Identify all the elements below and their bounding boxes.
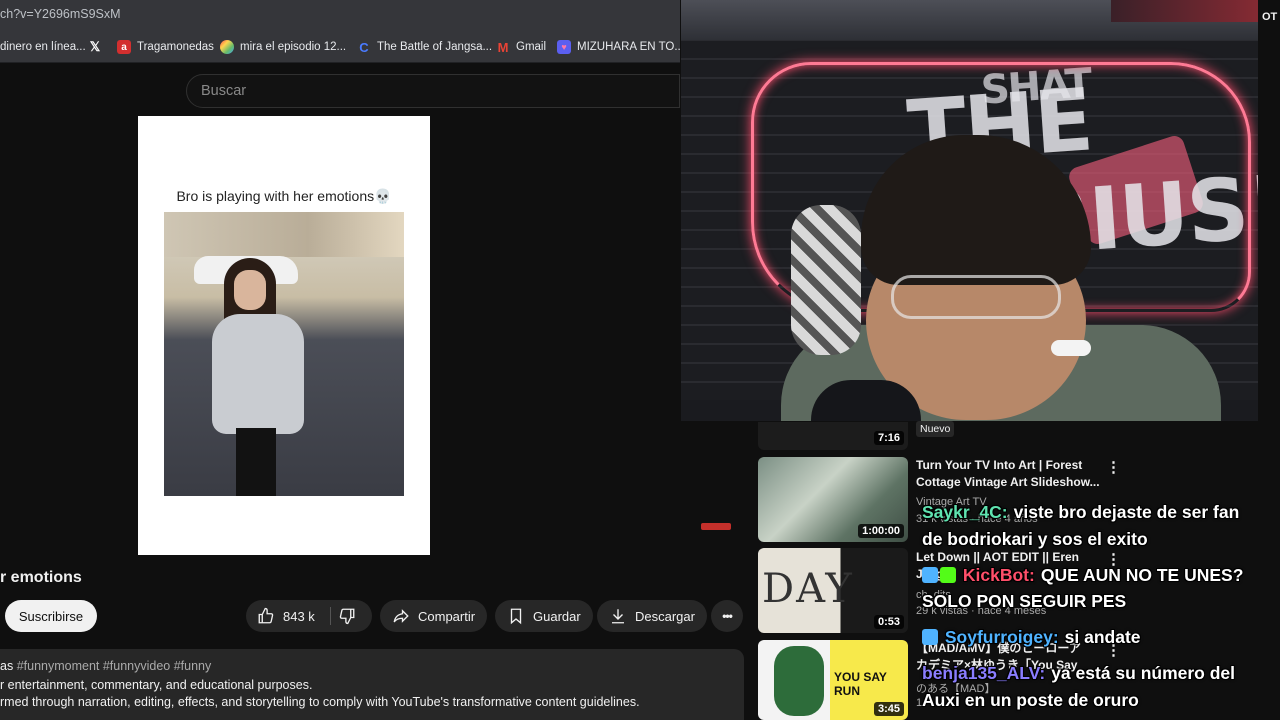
like-count: 843 k xyxy=(283,608,315,624)
download-icon xyxy=(612,609,624,624)
chat-text: viste bro dejaste de ser fan xyxy=(1013,502,1240,522)
short-video-image xyxy=(164,212,404,496)
video-title: r emotions xyxy=(0,569,82,586)
verified-badge-icon xyxy=(940,567,956,583)
x-logo-icon: 𝕏 xyxy=(89,39,101,54)
chat-username: benja135_ALV: xyxy=(922,663,1046,683)
chat-text: si andate xyxy=(1064,627,1141,647)
bookmark-dinero[interactable]: dinero en línea... xyxy=(0,39,86,55)
share-button[interactable]: Compartir xyxy=(380,600,488,632)
chat-text: QUE AUN NO TE UNES? xyxy=(1040,565,1244,585)
chat-text: ya está su número del xyxy=(1051,663,1236,683)
description-prefix: as xyxy=(0,659,14,673)
streamer xyxy=(781,135,1221,421)
chat-username: Soyfurroigey: xyxy=(944,627,1059,647)
search-placeholder: Buscar xyxy=(201,83,247,99)
chat-message: Saykr_4C: viste bro dejaste de ser fan xyxy=(922,499,1239,525)
glasses xyxy=(891,275,1061,319)
chat-text: Auxi en un poste de oruro xyxy=(922,690,1139,710)
recommendation-thumbnail[interactable]: YOU SAY RUN 3:45 xyxy=(758,640,908,720)
description-tags-line: as #funnymoment #funnyvideo #funny xyxy=(0,659,211,673)
webcam-overlay: SHAT THE FABIUS! xyxy=(681,0,1258,421)
download-button[interactable]: Descargar xyxy=(597,600,707,632)
share-icon xyxy=(393,609,409,623)
recommendation-thumbnail[interactable]: DAY 0:53 xyxy=(758,548,908,633)
chat-text: SOLO PON SEGUIR PES xyxy=(922,591,1127,611)
like-dislike-group: 843 k xyxy=(246,600,372,632)
top-right-text: OT xyxy=(1262,11,1278,23)
share-label: Compartir xyxy=(418,608,476,624)
bookmark-x[interactable]: 𝕏 xyxy=(88,39,102,55)
chat-username: Saykr_4C: xyxy=(922,502,1008,522)
chat-message: Soyfurroigey: si andate xyxy=(922,624,1141,650)
bookmark-label: The Battle of Jangsa... xyxy=(377,41,493,53)
bookmark-episodio[interactable]: mira el episodio 12... xyxy=(220,39,346,55)
bookmarks-bar: dinero en línea... 𝕏 a Tragamonedas mira… xyxy=(0,30,684,63)
edge-band xyxy=(1258,0,1280,720)
recommendation-title[interactable]: Turn Your TV Into Art | Forest Cottage V… xyxy=(916,457,1100,491)
bookmark-mizuhara[interactable]: ♥ MIZUHARA EN TO... xyxy=(557,39,684,55)
recommendation-thumbnail[interactable]: 7:16 xyxy=(758,422,908,450)
bookmark-label: dinero en línea... xyxy=(0,41,86,53)
address-bar[interactable]: ch?v=Y2696mS9SxM xyxy=(0,0,680,30)
chat-message: benja135_ALV: ya está su número del xyxy=(922,660,1235,686)
bookmark-label: mira el episodio 12... xyxy=(240,41,347,53)
bookmark-battle-jangsa[interactable]: C The Battle of Jangsa... xyxy=(357,39,492,55)
subscribe-button[interactable]: Suscribirse xyxy=(5,600,97,632)
description-line-2: r entertainment, commentary, and educati… xyxy=(0,678,313,692)
more-options-button[interactable]: ••• xyxy=(711,600,743,632)
short-video-player[interactable]: Bro is playing with her emotions💀 xyxy=(138,116,430,555)
description-box[interactable]: as #funnymoment #funnyvideo #funny r ent… xyxy=(0,649,744,720)
download-label: Descargar xyxy=(635,608,695,624)
new-badge: Nuevo xyxy=(916,421,955,437)
save-button[interactable]: Guardar xyxy=(495,600,593,632)
a-logo-icon: a xyxy=(117,40,131,54)
bookmark-label: Tragamonedas xyxy=(137,41,214,53)
short-caption: Bro is playing with her emotions💀 xyxy=(176,188,392,204)
chat-username: KickBot: xyxy=(962,565,1035,585)
screen: ch?v=Y2696mS9SxM dinero en línea... 𝕏 a … xyxy=(0,0,1280,720)
dislike-button[interactable] xyxy=(338,607,356,628)
chat-message-continued: Auxi en un poste de oruro xyxy=(922,687,1139,713)
heart-shield-icon: ♥ xyxy=(557,40,571,54)
chat-message-continued: de bodriokari y sos el exito xyxy=(922,526,1148,552)
address-url[interactable]: ch?v=Y2696mS9SxM xyxy=(0,7,121,21)
c-logo-icon: C xyxy=(359,39,369,55)
title-line: Turn Your TV Into Art | Forest xyxy=(916,458,1083,472)
description-hashtags[interactable]: #funnymoment #funnyvideo #funny xyxy=(17,659,212,673)
thumbnail-text: YOU SAY RUN xyxy=(834,670,887,698)
save-label: Guardar xyxy=(533,608,581,624)
title-line: Cottage Vintage Art Slideshow... xyxy=(916,475,1100,489)
more-icon: ••• xyxy=(722,609,733,623)
bookmark-label: MIZUHARA EN TO... xyxy=(577,41,684,53)
sword-badge-icon xyxy=(922,629,938,645)
chat-text: de bodriokari y sos el exito xyxy=(922,529,1148,549)
bookmark-tragamonedas[interactable]: a Tragamonedas xyxy=(117,39,214,55)
microphone xyxy=(1051,340,1091,356)
duration-badge: 0:53 xyxy=(873,615,904,629)
recommendation-thumbnail[interactable]: 1:00:00 xyxy=(758,457,908,542)
kebab-menu-icon[interactable]: ⋮ xyxy=(1106,458,1121,476)
like-button[interactable]: 843 k xyxy=(246,600,326,632)
colorful-logo-icon xyxy=(220,40,234,54)
gmail-icon: M xyxy=(497,39,509,55)
duration-badge: 1:00:00 xyxy=(858,524,904,538)
red-indicator xyxy=(701,523,731,530)
duration-badge: 3:45 xyxy=(873,702,904,716)
thumbnail-text: DAY xyxy=(762,566,854,612)
bookmark-gmail[interactable]: M Gmail xyxy=(496,39,546,55)
bookmark-label: Gmail xyxy=(516,41,547,53)
bookmark-icon xyxy=(510,608,522,625)
duration-badge: 7:16 xyxy=(873,431,904,445)
sword-badge-icon xyxy=(922,567,938,583)
description-line-3: rmed through narration, editing, effects… xyxy=(0,695,640,709)
chat-message: KickBot: QUE AUN NO TE UNES? xyxy=(922,562,1243,588)
thumbs-up-icon xyxy=(258,607,274,624)
thumbs-down-icon xyxy=(339,608,355,625)
chat-message-continued: SOLO PON SEGUIR PES xyxy=(922,588,1126,614)
headphones xyxy=(791,205,861,355)
search-input[interactable]: Buscar xyxy=(186,74,680,108)
